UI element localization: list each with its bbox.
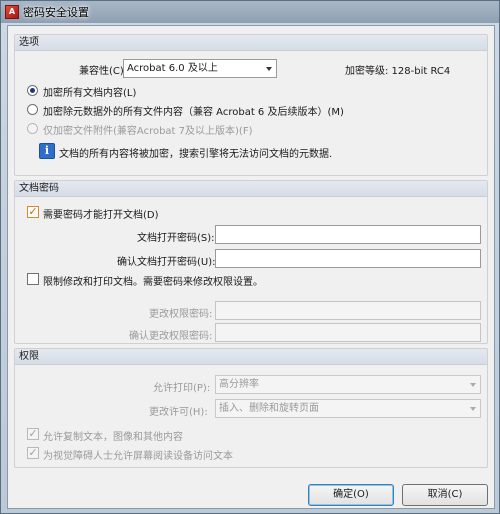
info-icon: i <box>39 143 55 159</box>
open-password-label: 文档打开密码(S): <box>137 233 215 244</box>
radio-encrypt-all[interactable] <box>27 85 38 96</box>
options-heading: 选项 <box>15 35 487 51</box>
change-permission-label: 更改许可(H): <box>149 407 208 418</box>
encryption-info-text: 文档的所有内容将被加密，搜索引擎将无法访问文档的元数据. <box>59 149 333 160</box>
dialog-body: 选项 兼容性(C): Acrobat 6.0 及以上 加密等级: 128-bit… <box>7 25 495 509</box>
confirm-open-password-input[interactable] <box>215 249 481 268</box>
allow-print-label: 允许打印(P): <box>153 383 211 394</box>
options-group: 选项 兼容性(C): Acrobat 6.0 及以上 加密等级: 128-bit… <box>14 34 488 176</box>
pdf-lock-icon: A <box>5 5 19 19</box>
title-bar[interactable]: A 密码安全设置 <box>1 1 499 23</box>
restrict-editing-checkbox[interactable] <box>27 273 39 285</box>
change-permission-value: 插入、删除和旋转页面 <box>219 403 319 414</box>
permissions-group: 权限 允许打印(P): 高分辨率 更改许可(H): 插入、删除和旋转页面 ✓ 允… <box>14 348 488 468</box>
radio-encrypt-attachments[interactable] <box>27 123 38 134</box>
screen-reader-label[interactable]: 为视觉障碍人士允许屏幕阅读设备访问文本 <box>43 447 233 462</box>
compatibility-select[interactable]: Acrobat 6.0 及以上 <box>123 59 277 78</box>
chevron-down-icon <box>470 383 476 387</box>
permission-password-label: 更改权限密码: <box>149 309 213 320</box>
confirm-permission-password-input[interactable] <box>215 323 481 342</box>
allow-copy-checkbox[interactable]: ✓ <box>27 428 39 440</box>
confirm-permission-password-label: 确认更改权限密码: <box>129 331 213 342</box>
radio-encrypt-except-metadata[interactable] <box>27 104 38 115</box>
radio-encrypt-attachments-label[interactable]: 仅加密文件附件(兼容Acrobat 7及以上版本)(F) <box>43 122 252 137</box>
permission-password-input[interactable] <box>215 301 481 320</box>
allow-print-select[interactable]: 高分辨率 <box>215 375 481 394</box>
restrict-editing-label[interactable]: 限制修改和打印文档。需要密码来修改权限设置。 <box>43 273 263 288</box>
document-password-group: 文档密码 ✓ 需要密码才能打开文档(D) 文档打开密码(S): 确认文档打开密码… <box>14 180 488 344</box>
require-password-checkbox[interactable]: ✓ <box>27 206 39 218</box>
password-security-dialog: A 密码安全设置 选项 兼容性(C): Acrobat 6.0 及以上 加密等级… <box>0 0 500 514</box>
allow-print-value: 高分辨率 <box>219 379 259 390</box>
chevron-down-icon <box>266 67 272 71</box>
screen-reader-checkbox[interactable]: ✓ <box>27 447 39 459</box>
window-title: 密码安全设置 <box>23 6 89 19</box>
ok-button[interactable]: 确定(O) <box>308 484 394 506</box>
permissions-heading: 权限 <box>15 349 487 365</box>
compatibility-value: Acrobat 6.0 及以上 <box>127 63 218 74</box>
document-password-heading: 文档密码 <box>15 181 487 197</box>
open-password-input[interactable] <box>215 225 481 244</box>
cancel-button[interactable]: 取消(C) <box>402 484 488 506</box>
confirm-open-password-label: 确认文档打开密码(U): <box>117 257 216 268</box>
change-permission-select[interactable]: 插入、删除和旋转页面 <box>215 399 481 418</box>
encryption-level: 加密等级: 128-bit RC4 <box>345 66 451 77</box>
allow-copy-label[interactable]: 允许复制文本，图像和其他内容 <box>43 428 183 443</box>
radio-encrypt-except-metadata-label[interactable]: 加密除元数据外的所有文件内容（兼容 Acrobat 6 及后续版本）(M) <box>43 103 344 118</box>
radio-encrypt-all-label[interactable]: 加密所有文档内容(L) <box>43 84 136 99</box>
chevron-down-icon <box>470 407 476 411</box>
require-password-label[interactable]: 需要密码才能打开文档(D) <box>43 206 159 221</box>
compatibility-label: 兼容性(C): <box>79 66 128 77</box>
